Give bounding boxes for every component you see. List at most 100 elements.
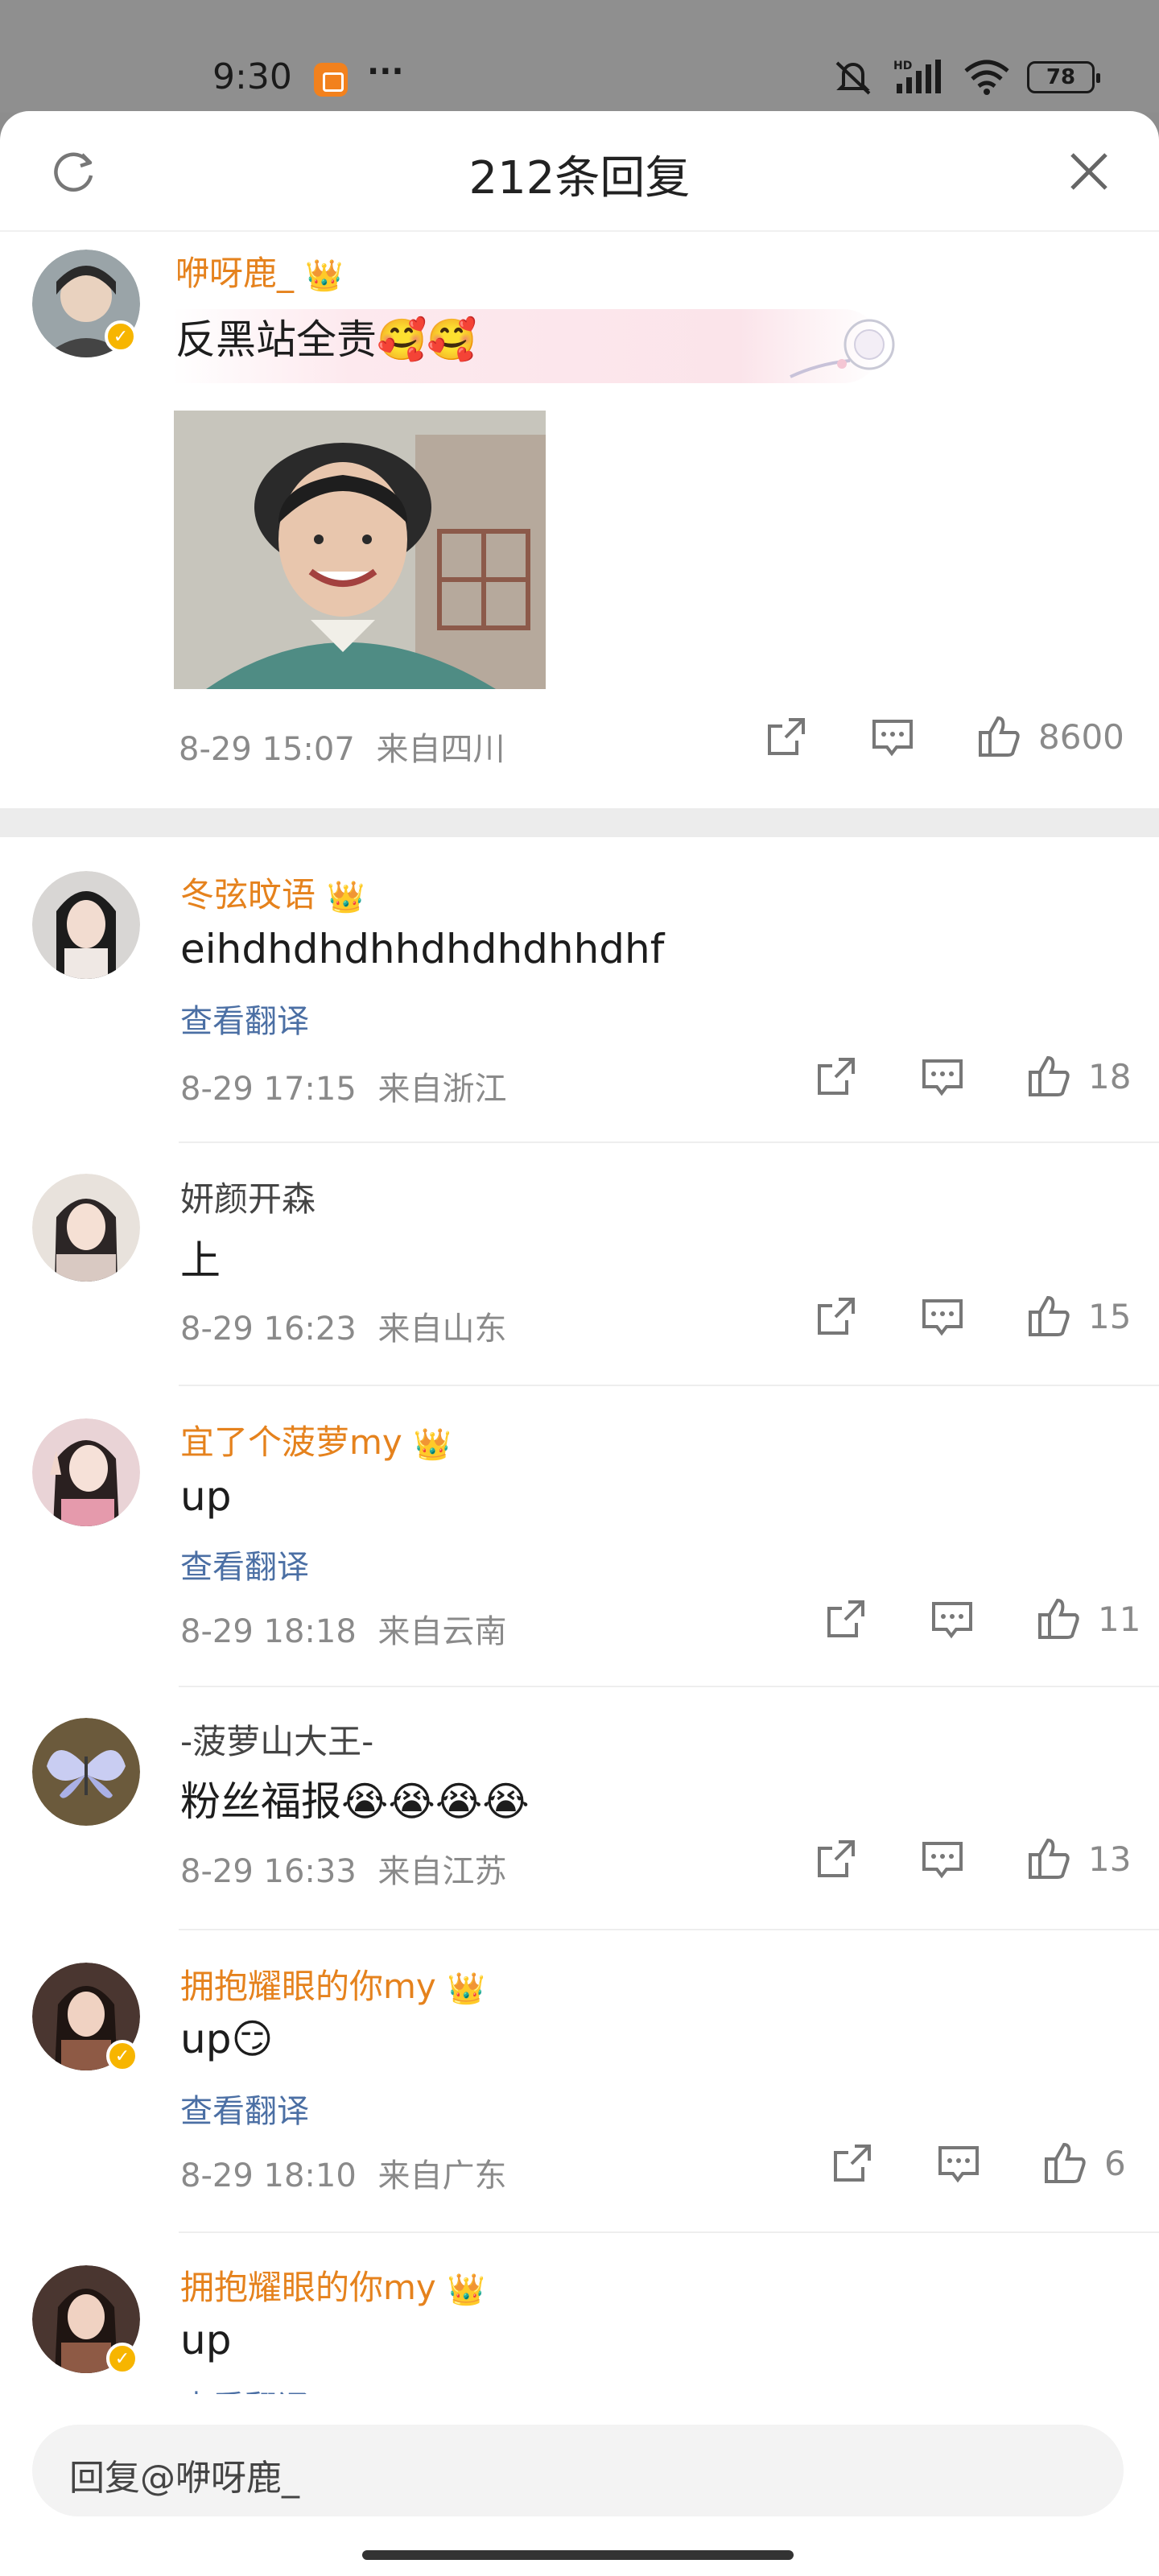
status-time: 9:30 (212, 56, 292, 97)
like-icon[interactable] (977, 715, 1021, 758)
more-notifications-icon: ··· (367, 53, 404, 90)
reply-icon[interactable] (871, 715, 914, 758)
comment-meta: 8-29 15:07 来自四川 (179, 723, 505, 770)
page-title: 212条回复 (468, 152, 691, 204)
reply-icon[interactable] (921, 1837, 964, 1880)
reply-meta: 8-29 18:18 来自云南 (180, 1605, 507, 1652)
reply-location: 来自江苏 (377, 1853, 507, 1890)
mute-icon (835, 61, 871, 95)
reply-time: 8-29 18:10 (180, 2157, 357, 2194)
reply-actions: 18 (815, 1055, 1131, 1098)
translate-link[interactable]: 查看翻译 (180, 2085, 309, 2132)
share-icon[interactable] (815, 1294, 858, 1338)
svg-text:HD: HD (893, 60, 912, 72)
section-separator (0, 808, 1159, 837)
like-icon[interactable] (1027, 1837, 1070, 1880)
reply-input-placeholder: 回复@咿呀鹿_ (69, 2458, 299, 2499)
like-icon[interactable] (1043, 2141, 1087, 2185)
crown-badge-icon: 👑 (447, 1971, 486, 2006)
reply-username[interactable]: -菠萝山大王- (180, 1715, 373, 1764)
reply-icon[interactable] (930, 1597, 974, 1641)
home-indicator[interactable] (362, 2550, 794, 2560)
reply-time: 8-29 16:33 (180, 1853, 357, 1890)
reply-item: ✓ 拥抱耀眼的你my 👑 up😏 查看翻译 8-29 18:10 来自广东 6 (0, 1930, 1159, 2233)
reply-time: 8-29 18:18 (180, 1613, 357, 1650)
reply-text: 上 (180, 1237, 221, 1284)
comment-text: 反黑站全责🥰🥰 (175, 316, 477, 363)
crown-badge-icon: 👑 (327, 879, 365, 914)
reply-meta: 8-29 16:23 来自山东 (180, 1302, 507, 1349)
reply-location: 来自浙江 (377, 1071, 507, 1108)
wifi-icon (964, 60, 1009, 95)
share-icon[interactable] (831, 2141, 874, 2185)
reply-location: 来自山东 (377, 1311, 507, 1348)
reply-username[interactable]: 拥抱耀眼的你my 👑 (180, 2260, 485, 2310)
username-text: 咿呀鹿_ (175, 254, 295, 293)
reply-meta: 8-29 18:10 来自广东 (180, 2149, 507, 2196)
verified-badge-icon: ✓ (106, 2040, 138, 2072)
avatar[interactable] (32, 1718, 140, 1826)
like-icon[interactable] (1037, 1597, 1080, 1641)
username-text: 拥抱耀眼的你my (180, 1967, 436, 2006)
reply-item: 宜了个菠萝my 👑 up 查看翻译 8-29 18:18 来自云南 11 (0, 1386, 1159, 1687)
translate-link[interactable]: 查看翻译 (180, 1541, 309, 1587)
username-text: 宜了个菠萝my (180, 1422, 402, 1462)
reply-text: 粉丝福报😭😭😭😭 (180, 1778, 530, 1825)
like-count: 6 (1104, 2143, 1126, 2183)
share-icon[interactable] (765, 715, 808, 758)
verified-badge-icon: ✓ (105, 320, 137, 353)
share-icon[interactable] (824, 1597, 868, 1641)
reply-text: up😏 (180, 2016, 274, 2062)
status-icons: HD 78 (831, 58, 1100, 97)
share-icon[interactable] (815, 1055, 858, 1098)
like-count: 18 (1088, 1056, 1132, 1096)
reply-icon[interactable] (921, 1055, 964, 1098)
comment-image[interactable] (174, 411, 546, 689)
reply-username[interactable]: 宜了个菠萝my 👑 (180, 1415, 452, 1464)
reply-item: -菠萝山大王- 粉丝福报😭😭😭😭 8-29 16:33 来自江苏 13 (0, 1687, 1159, 1930)
reply-time: 8-29 16:23 (180, 1311, 357, 1348)
reply-meta: 8-29 17:15 来自浙江 (180, 1063, 507, 1109)
sheet-header: 212条回复 (0, 111, 1159, 232)
reply-time: 8-29 17:15 (180, 1071, 357, 1108)
crown-badge-icon: 👑 (305, 258, 344, 293)
reply-text: up (180, 1473, 232, 1520)
translate-link[interactable]: 查看翻译 (180, 995, 309, 1042)
like-icon[interactable] (1027, 1055, 1070, 1098)
translate-link[interactable]: 查看翻译 (180, 2381, 309, 2394)
reply-actions: 13 (815, 1837, 1131, 1880)
reply-location: 来自云南 (377, 1613, 507, 1650)
reply-item: 妍颜开森 上 8-29 16:23 来自山东 15 (0, 1143, 1159, 1386)
reply-text: up (180, 2317, 232, 2363)
comment-time: 8-29 15:07 (179, 731, 355, 768)
reply-icon[interactable] (921, 1294, 964, 1338)
reply-icon[interactable] (937, 2141, 980, 2185)
battery-icon: 78 (1027, 61, 1100, 93)
avatar[interactable] (32, 871, 140, 979)
avatar[interactable] (32, 1174, 140, 1282)
reply-actions: 11 (824, 1597, 1140, 1641)
decoration-ornament-icon (790, 319, 895, 378)
reply-username[interactable]: 妍颜开森 (180, 1172, 316, 1221)
reply-username[interactable]: 拥抱耀眼的你my 👑 (180, 1959, 485, 2008)
crown-badge-icon: 👑 (447, 2272, 486, 2307)
username-text: 冬弦旼语 (180, 875, 316, 914)
avatar[interactable] (32, 1418, 140, 1526)
reply-actions: 15 (815, 1294, 1131, 1338)
reply-item: 冬弦旼语 👑 eihdhdhdhhdhdhdhhdhf 查看翻译 8-29 17:… (0, 837, 1159, 1143)
app-notification-icon (314, 63, 348, 97)
reply-item: ✓ 拥抱耀眼的你my 👑 up 查看翻译 (0, 2233, 1159, 2394)
reply-username[interactable]: 冬弦旼语 👑 (180, 868, 365, 917)
crown-badge-icon: 👑 (413, 1426, 452, 1462)
comment-username[interactable]: 咿呀鹿_ 👑 (175, 246, 343, 295)
like-count: 13 (1088, 1839, 1132, 1879)
like-icon[interactable] (1027, 1294, 1070, 1338)
close-icon[interactable] (1062, 145, 1116, 198)
reply-input[interactable]: 回复@咿呀鹿_ (32, 2425, 1124, 2516)
username-text: -菠萝山大王- (180, 1722, 374, 1761)
username-text: 拥抱耀眼的你my (180, 2268, 436, 2307)
like-count: 11 (1098, 1599, 1141, 1639)
share-icon[interactable] (815, 1837, 858, 1880)
reply-text: eihdhdhdhhdhdhdhhdhf (180, 926, 665, 972)
reply-location: 来自广东 (377, 2157, 507, 2194)
